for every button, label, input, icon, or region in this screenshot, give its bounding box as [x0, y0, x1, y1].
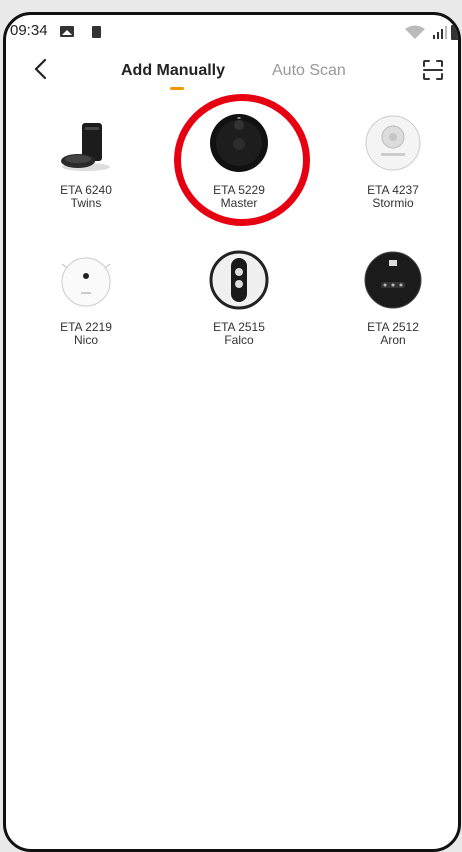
robot-vacuum-dock-image — [61, 123, 110, 171]
back-arrow-icon[interactable] — [31, 57, 51, 81]
device-eta-6240-twins[interactable]: ETA 6240 Twins — [31, 113, 141, 210]
tab-auto-scan[interactable]: Auto Scan — [272, 62, 346, 80]
header: Add Manually Auto Scan — [6, 51, 458, 95]
device-name: Stormio — [372, 196, 414, 210]
active-tab-indicator — [170, 87, 184, 90]
robot-vacuum-image — [61, 257, 111, 307]
device-eta-2512-aron[interactable]: ETA 2512 Aron — [338, 250, 448, 347]
device-name: Falco — [224, 333, 254, 347]
device-eta-2515-falco[interactable]: ETA 2515 Falco — [184, 250, 294, 347]
device-eta-2219-nico[interactable]: ETA 2219 Nico — [31, 250, 141, 347]
tab-add-manually[interactable]: Add Manually — [121, 62, 225, 80]
phone-screen: 09:34 Add Manually Auto Scan ETA 6240 Tw… — [3, 12, 461, 852]
highlight-circle — [174, 94, 310, 226]
sim-card-icon — [92, 26, 101, 38]
robot-vacuum-image — [209, 250, 269, 310]
scan-icon[interactable] — [422, 59, 444, 81]
signal-icon — [433, 26, 447, 39]
status-time: 09:34 — [10, 22, 48, 39]
robot-vacuum-image — [365, 115, 421, 171]
status-bar: 09:34 — [6, 15, 458, 51]
gallery-icon — [60, 26, 74, 37]
device-name: Twins — [70, 196, 102, 210]
device-name: Aron — [380, 333, 406, 347]
device-eta-4237-stormio[interactable]: ETA 4237 Stormio — [338, 113, 448, 210]
wifi-icon — [405, 25, 425, 39]
device-name: Nico — [73, 333, 98, 347]
battery-icon — [451, 25, 458, 40]
robot-vacuum-image — [364, 251, 422, 309]
